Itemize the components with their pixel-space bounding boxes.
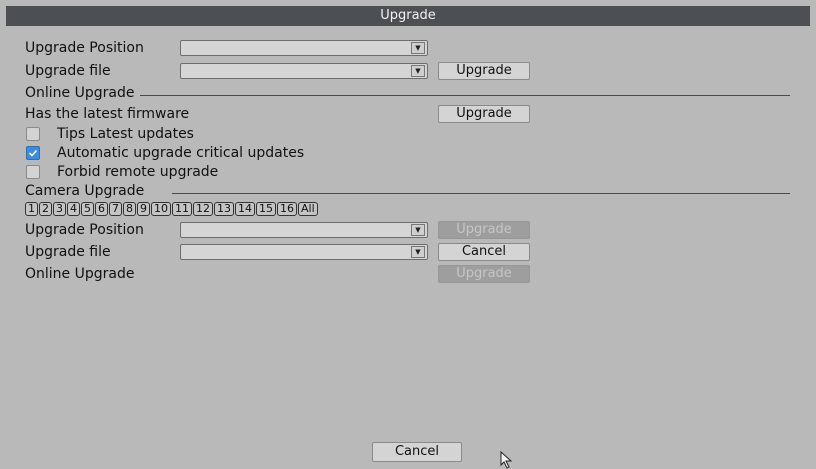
- checkmark-icon: [28, 149, 38, 157]
- channel-selector: 1 2 3 4 5 6 7 8 9 10 11 12 13 14 15 16 All: [25, 202, 319, 216]
- upgrade-position-select[interactable]: ▼: [180, 40, 428, 56]
- forbid-remote-upgrade-checkbox[interactable]: [26, 165, 40, 179]
- chevron-down-icon[interactable]: ▼: [411, 42, 425, 54]
- camera-online-upgrade-label: Online Upgrade: [25, 266, 135, 282]
- upgrade-file-select[interactable]: ▼: [180, 63, 428, 79]
- camera-cancel-button[interactable]: Cancel: [438, 243, 530, 261]
- camera-upgrade-file-select[interactable]: ▼: [180, 244, 428, 260]
- channel-button[interactable]: 3: [53, 202, 66, 216]
- channel-button[interactable]: 10: [151, 202, 171, 216]
- upgrade-file-label: Upgrade file: [25, 63, 111, 79]
- chevron-down-icon[interactable]: ▼: [411, 246, 425, 258]
- automatic-upgrade-checkbox[interactable]: [26, 146, 40, 160]
- section-divider: [172, 193, 790, 194]
- channel-button[interactable]: 4: [67, 202, 80, 216]
- chevron-down-icon[interactable]: ▼: [411, 65, 425, 77]
- camera-upgrade-button[interactable]: Upgrade: [438, 221, 530, 239]
- channel-button[interactable]: 9: [137, 202, 150, 216]
- channel-button[interactable]: 15: [256, 202, 276, 216]
- tips-latest-updates-label: Tips Latest updates: [57, 126, 194, 142]
- channel-button[interactable]: 2: [39, 202, 52, 216]
- firmware-status-text: Has the latest firmware: [25, 106, 190, 122]
- channel-button[interactable]: 7: [109, 202, 122, 216]
- upgrade-button[interactable]: Upgrade: [438, 62, 530, 80]
- channel-button[interactable]: 12: [193, 202, 213, 216]
- mouse-pointer-icon: [500, 451, 513, 469]
- channel-button[interactable]: 11: [172, 202, 192, 216]
- channel-button[interactable]: 8: [123, 202, 136, 216]
- tips-latest-updates-checkbox[interactable]: [26, 127, 40, 141]
- camera-upgrade-file-label: Upgrade file: [25, 244, 111, 260]
- cancel-button[interactable]: Cancel: [372, 442, 462, 462]
- channel-all-button[interactable]: All: [298, 202, 318, 216]
- upgrade-position-label: Upgrade Position: [25, 40, 144, 56]
- automatic-upgrade-label: Automatic upgrade critical updates: [57, 145, 305, 161]
- online-upgrade-section-title: Online Upgrade: [25, 85, 135, 101]
- channel-button[interactable]: 14: [235, 202, 255, 216]
- online-upgrade-button[interactable]: Upgrade: [438, 105, 530, 123]
- channel-button[interactable]: 16: [277, 202, 297, 216]
- channel-button[interactable]: 1: [25, 202, 38, 216]
- chevron-down-icon[interactable]: ▼: [411, 224, 425, 236]
- camera-online-upgrade-button[interactable]: Upgrade: [438, 265, 530, 283]
- forbid-remote-upgrade-label: Forbid remote upgrade: [57, 164, 219, 180]
- camera-upgrade-position-label: Upgrade Position: [25, 222, 144, 238]
- window-title: Upgrade: [6, 6, 810, 26]
- camera-upgrade-position-select[interactable]: ▼: [180, 222, 428, 238]
- section-divider: [140, 95, 790, 96]
- camera-upgrade-section-title: Camera Upgrade: [25, 183, 145, 199]
- channel-button[interactable]: 6: [95, 202, 108, 216]
- channel-button[interactable]: 5: [81, 202, 94, 216]
- channel-button[interactable]: 13: [214, 202, 234, 216]
